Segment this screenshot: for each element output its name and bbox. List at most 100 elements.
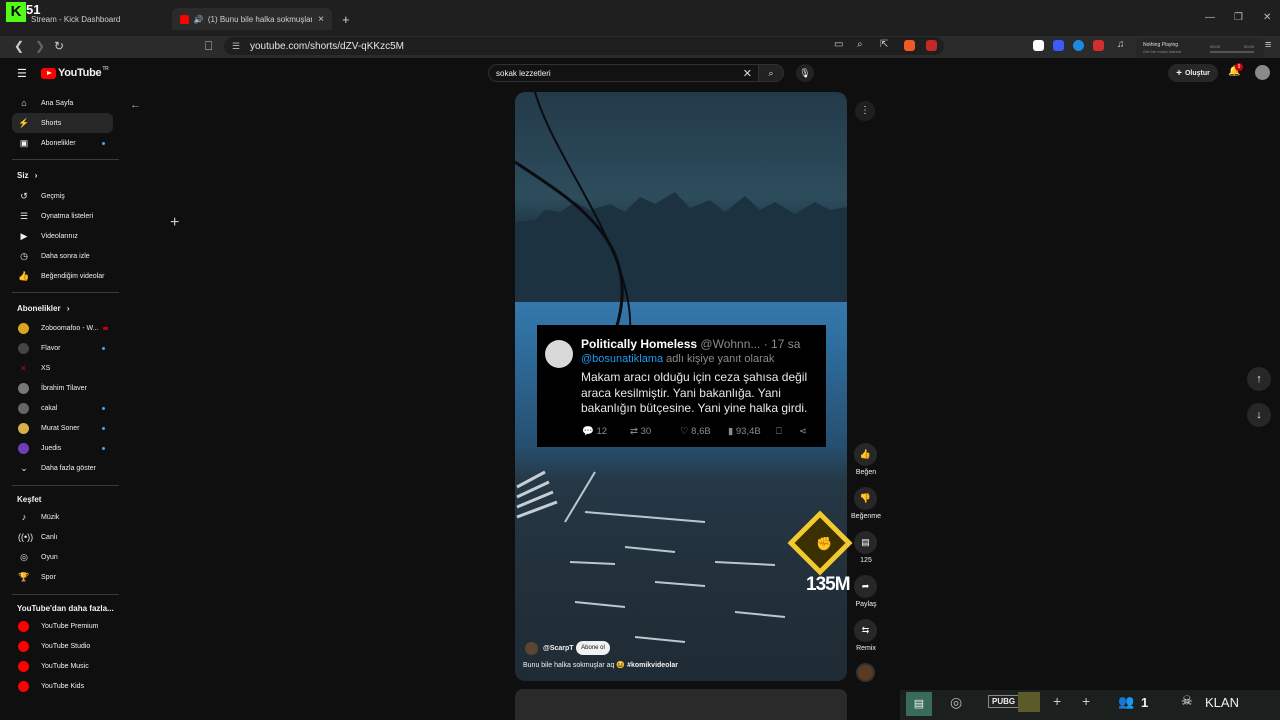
- rewards-icon[interactable]: [926, 40, 937, 51]
- hamburger-menu-icon[interactable]: ☰: [17, 67, 27, 80]
- game-avatar-icon: [1018, 692, 1040, 712]
- collapse-arrow-icon[interactable]: ←: [130, 99, 141, 111]
- sidebar-item-sports[interactable]: 🏆 Spor: [12, 567, 113, 587]
- back-icon[interactable]: ❮: [14, 39, 24, 53]
- account-avatar[interactable]: [1255, 65, 1270, 80]
- add-slot-icon: +: [1082, 693, 1091, 709]
- chevron-down-icon: ⌄: [20, 462, 28, 473]
- sidebar-item-label: Geçmiş: [41, 192, 65, 200]
- next-short-preview[interactable]: [515, 689, 847, 720]
- brave-shield-icon[interactable]: [904, 40, 915, 51]
- bookmark-icon[interactable]: ⎕: [205, 39, 212, 54]
- create-button[interactable]: + Oluştur: [1168, 64, 1218, 82]
- channel-name: Juedis: [41, 444, 62, 452]
- show-more-button[interactable]: ⌄ Daha fazla göster: [12, 458, 113, 478]
- sidebar-channel[interactable]: İbrahim Tilaver: [12, 378, 113, 398]
- remix-icon: ⇆: [861, 625, 870, 635]
- music-note-icon[interactable]: ♫: [1117, 39, 1125, 50]
- minimize-icon[interactable]: —: [1205, 12, 1215, 23]
- sidebar-channel[interactable]: x XS: [12, 358, 113, 378]
- sidebar-item-gaming[interactable]: ◎ Oyun: [12, 547, 113, 567]
- sidebar-item-studio[interactable]: YouTube Studio: [12, 636, 113, 656]
- reply-icon: 💬: [582, 426, 594, 437]
- tweet-author-name: Politically Homeless: [581, 337, 698, 351]
- short-hashtag[interactable]: #komikvideolar: [627, 662, 678, 669]
- sidebar-divider: [12, 594, 119, 595]
- new-tab-button[interactable]: +: [342, 8, 350, 30]
- sidebar-item-history[interactable]: ↺ Geçmiş: [12, 186, 113, 206]
- next-short-button[interactable]: ↓: [1247, 403, 1271, 427]
- tweet-bookmark-icon: ⎕: [776, 426, 782, 437]
- extension-skype-icon[interactable]: [1073, 40, 1084, 51]
- sidebar-item-label: Videolarınız: [41, 232, 78, 240]
- channel-avatar: x: [18, 362, 29, 374]
- comments-button[interactable]: ▤: [854, 531, 877, 554]
- search-button[interactable]: ⌕: [758, 64, 784, 82]
- extension-translate-icon[interactable]: [1053, 40, 1064, 51]
- views-chart-icon: ▮: [728, 426, 734, 437]
- sidebar-item-home[interactable]: ⌂ Ana Sayfa: [12, 93, 113, 113]
- tab-kick-dashboard[interactable]: Stream - Kick Dashboard: [18, 8, 120, 30]
- now-playing-widget[interactable]: Nothing Playing Get the music started 00…: [1136, 38, 1264, 58]
- sidebar-section-you[interactable]: Siz ›: [17, 171, 37, 180]
- new-content-dot: [102, 426, 105, 430]
- share-label: Paylaş: [855, 601, 877, 608]
- sound-avatar[interactable]: [856, 663, 875, 682]
- sidebar-channel[interactable]: Murat Soner: [12, 418, 113, 438]
- extension-w-icon[interactable]: [1033, 40, 1044, 51]
- close-tab-icon[interactable]: ×: [318, 14, 324, 25]
- reload-icon[interactable]: ↻: [54, 39, 64, 53]
- remix-button[interactable]: ⇆: [854, 619, 877, 642]
- previous-short-button[interactable]: ↑: [1247, 367, 1271, 391]
- share-page-icon[interactable]: ⇱: [880, 39, 888, 50]
- youtube-wordmark: YouTube: [58, 67, 102, 79]
- thumbs-up-icon: 👍: [859, 449, 872, 459]
- channel-avatar[interactable]: [525, 642, 538, 655]
- more-options-icon[interactable]: ⋮: [855, 101, 875, 121]
- sidebar-item-subscriptions[interactable]: ▣ Abonelikler: [12, 133, 113, 153]
- sidebar-section-subscriptions[interactable]: Abonelikler ›: [17, 304, 69, 313]
- tweet-author: Politically Homeless @Wohnn... · 17 sa: [581, 337, 800, 351]
- sidebar-item-music[interactable]: ♪ Müzik: [12, 507, 113, 527]
- sidebar-item-playlists[interactable]: ☰ Oynatma listeleri: [12, 206, 113, 226]
- dislike-button[interactable]: 👎: [854, 487, 877, 510]
- restore-icon[interactable]: ❐: [1234, 12, 1243, 23]
- tab-youtube-short[interactable]: 🔊 (1) Bunu bile halka sokmuşlar ×: [172, 8, 332, 30]
- sidebar-item-your-videos[interactable]: ▶ Videolarınız: [12, 226, 113, 246]
- sidebar-channel[interactable]: Zoboomafoo - W...: [12, 318, 113, 338]
- share-button[interactable]: ➦: [854, 575, 877, 598]
- sidebar-item-watch-later[interactable]: ◷ Daha sonra izle: [12, 246, 113, 266]
- search-input[interactable]: sokak lezzetleri ✕: [488, 64, 760, 82]
- sidebar-item-label: Spor: [41, 573, 56, 581]
- sidebar-item-label: Daha sonra izle: [41, 252, 90, 260]
- clan-label: KLAN: [1205, 695, 1239, 710]
- sidebar-channel[interactable]: Juedis: [12, 438, 113, 458]
- sidebar-item-shorts[interactable]: ⚡ Shorts: [12, 113, 113, 133]
- cast-icon[interactable]: ▭: [834, 39, 843, 50]
- short-title[interactable]: Bunu bile halka sokmuşlar aq 😆 #komikvid…: [523, 661, 678, 669]
- zoom-icon[interactable]: ⌕: [857, 39, 863, 50]
- extension-red-icon[interactable]: [1093, 40, 1104, 51]
- forward-icon[interactable]: ❯: [35, 39, 45, 53]
- channel-handle[interactable]: @ScarpT: [543, 645, 574, 652]
- youtube-logo[interactable]: YouTube TR: [41, 66, 109, 79]
- sidebar-channel[interactable]: Flavor: [12, 338, 113, 358]
- sidebar-item-premium[interactable]: YouTube Premium: [12, 616, 113, 636]
- sidebar-item-music-app[interactable]: YouTube Music: [12, 656, 113, 676]
- site-info-icon[interactable]: ☰: [232, 41, 240, 52]
- voice-search-button[interactable]: 🎙: [796, 64, 814, 82]
- sidebar-channel[interactable]: cakal: [12, 398, 113, 418]
- clear-search-icon[interactable]: ✕: [743, 67, 752, 80]
- sidebar-item-kids[interactable]: YouTube Kids: [12, 676, 113, 696]
- subscriptions-icon: ▣: [19, 137, 29, 148]
- like-button[interactable]: 👍: [854, 443, 877, 466]
- browser-menu-icon[interactable]: ≡: [1265, 39, 1271, 51]
- sidebar-item-label: Canlı: [41, 533, 58, 541]
- channel-avatar: [18, 342, 29, 354]
- overlay-number: 135M: [806, 574, 851, 595]
- subscribe-button[interactable]: Abone ol: [576, 641, 610, 655]
- close-window-icon[interactable]: ✕: [1263, 12, 1271, 23]
- sidebar-item-liked-videos[interactable]: 👍 Beğendiğim videolar: [12, 266, 113, 286]
- reply-count: 12: [596, 426, 608, 437]
- sidebar-item-live[interactable]: ((•)) Canlı: [12, 527, 113, 547]
